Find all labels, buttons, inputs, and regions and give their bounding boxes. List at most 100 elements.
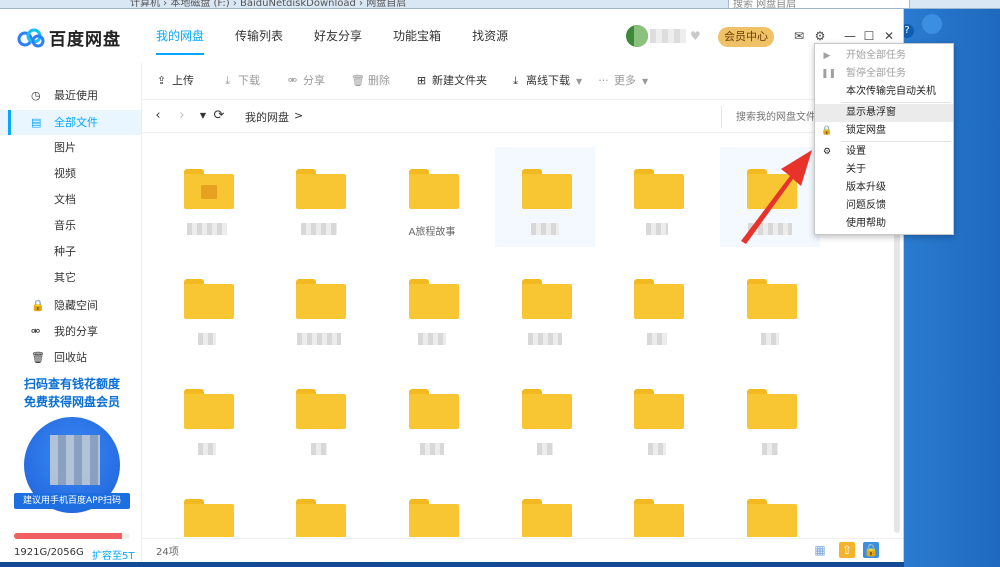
file-item[interactable] [157,257,257,357]
qr-promo[interactable]: 建议用手机百度APP扫码 [14,417,130,517]
sidebar-item-0[interactable]: ◷ 最近使用 [0,83,141,108]
tab-2[interactable]: 好友分享 [314,9,362,63]
new-folder-label: 新建文件夹 [432,74,487,87]
sidebar-item-2[interactable]: 图片 [0,135,141,160]
refresh-icon[interactable]: ⟳ [212,108,226,124]
forward-icon[interactable]: › [175,108,189,124]
menu-item-0[interactable]: ▶ 开始全部任务 [815,47,953,65]
tab-4[interactable]: 找资源 [472,9,508,63]
file-item[interactable] [720,477,820,537]
qr-code [50,435,100,485]
sidebar-item-3[interactable]: 视频 [0,161,141,186]
file-name [720,333,820,345]
sidebar-item-4[interactable]: 文档 [0,187,141,212]
sidebar-item-label: 最近使用 [54,89,98,102]
sidebar-item-6[interactable]: 种子 [0,239,141,264]
upload-float-icon[interactable]: ⇧ [839,542,855,558]
folder-icon [184,499,234,537]
menu-item-2[interactable]: 本次传输完自动关机 [815,83,953,101]
folder-icon [409,169,459,209]
delete-button[interactable]: 🗑 删除 [351,63,390,99]
tab-1[interactable]: 传输列表 [235,9,283,63]
history-dropdown-icon[interactable]: ▼ [196,108,210,124]
file-item[interactable] [495,147,595,247]
file-item[interactable] [607,367,707,467]
file-item[interactable] [495,367,595,467]
file-item[interactable] [382,257,482,357]
lock-float-icon[interactable]: 🔒 [863,542,879,558]
file-name [157,443,257,455]
file-item[interactable] [495,257,595,357]
file-item[interactable] [607,257,707,357]
quota-bar [14,533,130,539]
file-item[interactable] [382,367,482,467]
sidebar-item-1[interactable]: ▤ 全部文件 [0,110,141,135]
file-item[interactable]: A旅程故事 [382,147,482,247]
menu-item-6[interactable]: 关于 [815,161,953,179]
app-logo: 百度网盘 [17,25,121,50]
file-item[interactable] [720,367,820,467]
file-item[interactable] [269,367,369,467]
file-item[interactable] [720,257,820,357]
explorer-search[interactable]: 搜索 网盘自启 [728,0,910,8]
share-button[interactable]: ⚮ 分享 [286,63,325,99]
chevron-down-icon: ▼ [642,77,649,86]
upload-icon: ⇪ [156,74,167,87]
menu-item-label: 设置 [846,146,866,157]
grid-view-icon[interactable]: ▦ [812,542,828,558]
expand-quota-link[interactable]: 扩容至5T [92,547,134,562]
file-item[interactable] [607,147,707,247]
more-button[interactable]: ··· 更多 ▼ [597,63,648,99]
file-item[interactable] [269,477,369,537]
mail-icon[interactable]: ✉ [792,29,806,43]
file-item[interactable] [720,147,820,247]
sidebar-item-10[interactable]: 🗑 回收站 [0,345,141,370]
quota-fill [14,533,123,539]
settings-gear-icon[interactable]: ⚙ [813,29,827,43]
breadcrumb[interactable]: 我的网盘 [245,109,289,125]
download-button[interactable]: ⤓ 下载 [221,63,260,99]
sidebar-item-9[interactable]: ⚮ 我的分享 [0,319,141,344]
folder-icon [184,389,234,429]
sidebar-item-5[interactable]: 音乐 [0,213,141,238]
back-icon[interactable]: ‹ [151,108,165,124]
file-item[interactable] [495,477,595,537]
menu-item-9[interactable]: 使用帮助 [815,215,953,233]
menu-separator [841,102,951,103]
minimize-icon[interactable]: — [843,29,857,43]
folder-icon [296,499,346,537]
maximize-icon[interactable]: ☐ [862,29,876,43]
file-item[interactable] [269,147,369,247]
file-item[interactable] [269,257,369,357]
tab-0[interactable]: 我的网盘 [156,9,205,63]
menu-item-4[interactable]: 🔒 锁定网盘 [815,122,953,140]
menu-item-8[interactable]: 问题反馈 [815,197,953,215]
avatar[interactable] [626,25,648,47]
menu-item-7[interactable]: 版本升级 [815,179,953,197]
promo-line1: 扫码查有钱花额度 [23,377,120,391]
file-item[interactable] [607,477,707,537]
baidu-netdisk-window: 百度网盘 我的网盘 传输列表 好友分享 功能宝箱 找资源 ♥ 会员中心 ✉ ⚙ — ☐ … [0,9,904,562]
explorer-path[interactable]: 计算机 › 本地磁盘 (F:) › BaiduNetdiskDownload ›… [130,0,406,8]
tab-3[interactable]: 功能宝箱 [393,9,441,63]
menu-item-1[interactable]: ❚❚ 暂停全部任务 [815,65,953,83]
vip-center-button[interactable]: 会员中心 [718,27,774,47]
app-title: 百度网盘 [49,30,121,50]
offline-download-button[interactable]: ⤓ 离线下载 ▼ [509,63,582,99]
file-item[interactable] [157,367,257,467]
new-folder-button[interactable]: ⊞ 新建文件夹 [415,63,487,99]
upload-button[interactable]: ⇪ 上传 [155,63,194,99]
file-item[interactable] [157,477,257,537]
close-icon[interactable]: ✕ [882,29,896,43]
menu-item-5[interactable]: ⚙ 设置 [815,143,953,161]
file-item[interactable] [157,147,257,247]
document-icon: ▤ [31,116,42,129]
file-name [607,223,707,235]
menu-item-label: 使用帮助 [846,218,886,229]
sidebar-item-8[interactable]: 🔒 隐藏空间 [0,293,141,318]
sidebar-item-7[interactable]: 其它 [0,265,141,290]
username-blurred[interactable] [650,29,686,43]
promo-text[interactable]: 扫码查有钱花额度 免费获得网盘会员 [14,375,130,411]
menu-item-3[interactable]: 显示悬浮窗 [815,104,953,122]
file-item[interactable] [382,477,482,537]
